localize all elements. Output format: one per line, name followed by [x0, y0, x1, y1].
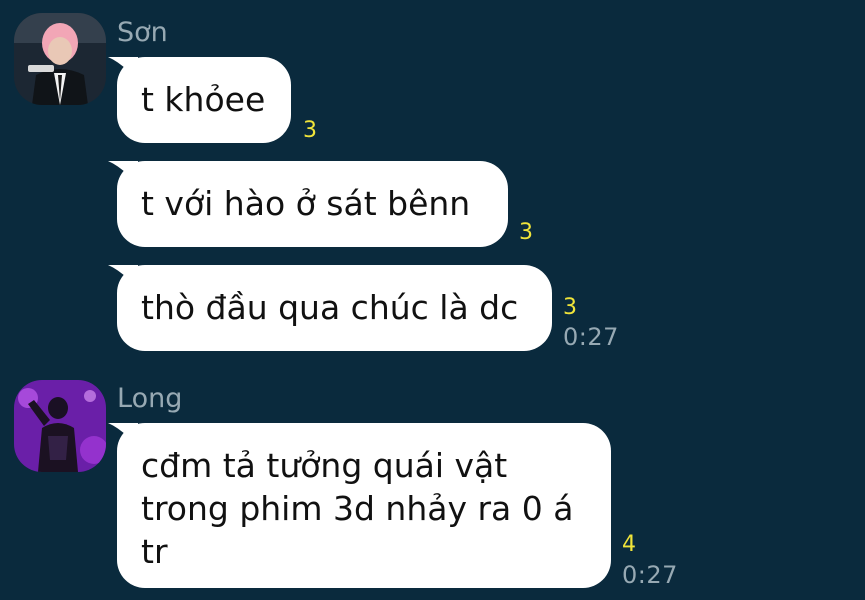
message-text: thò đầu qua chúc là dc — [141, 288, 519, 327]
reaction-count[interactable]: 3 — [303, 120, 317, 142]
message-bubble[interactable]: t khỏee — [108, 57, 291, 143]
message-text-line: tr — [141, 532, 168, 571]
bubble-tail — [108, 57, 138, 81]
message-text-line: trong phim 3d nhảy ra 0 á — [141, 489, 574, 528]
reaction-count[interactable]: 4 — [622, 534, 636, 556]
message-bubble[interactable]: cđm tả tưởng quái vật trong phim 3d nhảy… — [108, 423, 611, 588]
reaction-count[interactable]: 3 — [519, 222, 533, 244]
message-bubble[interactable]: thò đầu qua chúc là dc — [108, 265, 552, 351]
reaction-count[interactable]: 3 — [563, 297, 577, 319]
bubble-tail — [108, 265, 138, 289]
user-photo-icon — [14, 380, 106, 472]
avatar-long[interactable] — [14, 380, 106, 472]
avatar-son[interactable] — [14, 13, 106, 105]
message-text: t khỏee — [141, 80, 266, 119]
message-text: t với hào ở sát bênn — [141, 184, 471, 223]
user-photo-icon — [14, 13, 106, 105]
message-time: 0:27 — [563, 323, 619, 351]
bubble-tail — [108, 161, 138, 185]
message-time: 0:27 — [622, 561, 678, 589]
message-text-line: cđm tả tưởng quái vật — [141, 446, 508, 485]
bubble-tail — [108, 423, 138, 447]
sender-name: Long — [117, 383, 183, 414]
message-bubble[interactable]: t với hào ở sát bênn — [108, 161, 508, 247]
sender-name: Sơn — [117, 17, 168, 48]
